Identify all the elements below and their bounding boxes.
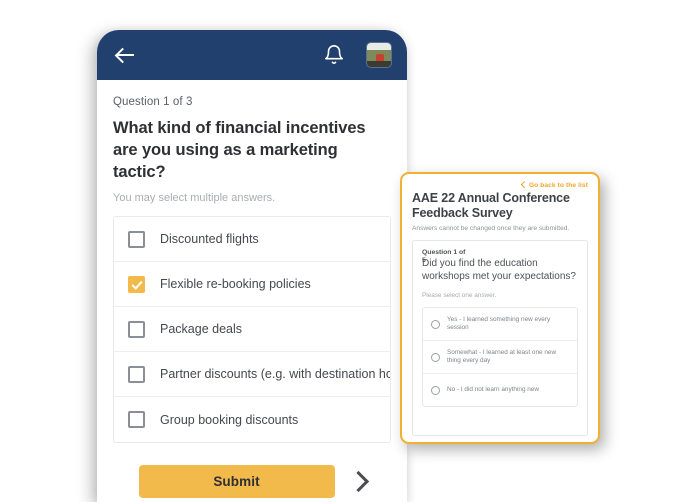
survey-preview-card: Go back to the list AAE 22 Annual Confer… [400, 172, 600, 444]
radio-unselected-icon[interactable] [431, 352, 440, 362]
back-arrow-icon[interactable] [113, 43, 137, 67]
option-row[interactable]: Discounted flights [114, 217, 390, 262]
option-label: Discounted flights [160, 232, 259, 246]
option-label: Package deals [160, 322, 243, 336]
survey-subtitle: Answers cannot be changed once they are … [412, 225, 570, 232]
checkbox-unchecked-icon[interactable] [128, 320, 145, 338]
option-row[interactable]: Group booking discounts [114, 397, 390, 442]
question-counter: Question 1 of 3 [113, 96, 193, 108]
survey-title: AAE 22 Annual Conference Feedback Survey [412, 191, 570, 220]
option-row[interactable]: Flexible re-booking policies [114, 262, 390, 307]
phone-mockup: Question 1 of 3 What kind of financial i… [97, 30, 407, 502]
go-back-label: Go back to the list [528, 182, 588, 189]
radio-option-row[interactable]: Somewhat - I learned at least one new th… [423, 341, 577, 374]
go-back-to-list-link[interactable]: Go back to the list [412, 180, 588, 190]
survey-question-title: Did you find the education workshops met… [422, 258, 576, 282]
avatar-ground [367, 61, 391, 67]
user-avatar[interactable] [367, 43, 391, 67]
checkbox-checked-icon[interactable] [128, 275, 145, 293]
radio-option-list: Yes - I learned something new every sess… [422, 307, 578, 407]
option-row[interactable]: Package deals [114, 307, 390, 352]
checkbox-unchecked-icon[interactable] [128, 230, 145, 248]
phone-content: Question 1 of 3 What kind of financial i… [97, 80, 407, 502]
radio-option-row[interactable]: Yes - I learned something new every sess… [423, 308, 577, 341]
app-bar [97, 30, 407, 80]
survey-question-counter: Question 1 of 5 [422, 249, 466, 264]
radio-option-label: Yes - I learned something new every sess… [447, 315, 551, 332]
chevron-left-icon [521, 180, 528, 187]
survey-question-panel: Question 1 of 5 Did you find the educati… [412, 240, 588, 436]
question-title: What kind of financial incentives are yo… [113, 119, 366, 181]
chevron-right-icon[interactable] [347, 470, 369, 493]
avatar-sky [367, 43, 391, 50]
notification-bell-icon[interactable] [323, 44, 345, 66]
survey-question-counter-prefix: Question 1 of [422, 249, 466, 256]
survey-question-hint: Please select one answer. [422, 292, 497, 299]
question-hint: You may select multiple answers. [113, 192, 276, 204]
checkbox-unchecked-icon[interactable] [128, 411, 145, 428]
option-row[interactable]: Partner discounts (e.g. with destination… [114, 352, 390, 397]
option-label: Partner discounts (e.g. with destination… [160, 367, 391, 381]
checkbox-option-list: Discounted flights Flexible re-booking p… [113, 216, 391, 443]
submit-button[interactable]: Submit [138, 465, 335, 498]
radio-option-row[interactable]: No - I did not learn anything new [423, 374, 577, 406]
option-label: Group booking discounts [160, 412, 299, 427]
checkbox-unchecked-icon[interactable] [128, 365, 145, 383]
option-label: Flexible re-booking policies [160, 277, 311, 291]
submit-row: Submit [113, 465, 391, 498]
radio-unselected-icon[interactable] [431, 319, 440, 329]
radio-option-label: No - I did not learn anything new [447, 385, 540, 393]
radio-option-label: Somewhat - I learned at least one new th… [447, 348, 557, 365]
radio-unselected-icon[interactable] [431, 385, 440, 395]
